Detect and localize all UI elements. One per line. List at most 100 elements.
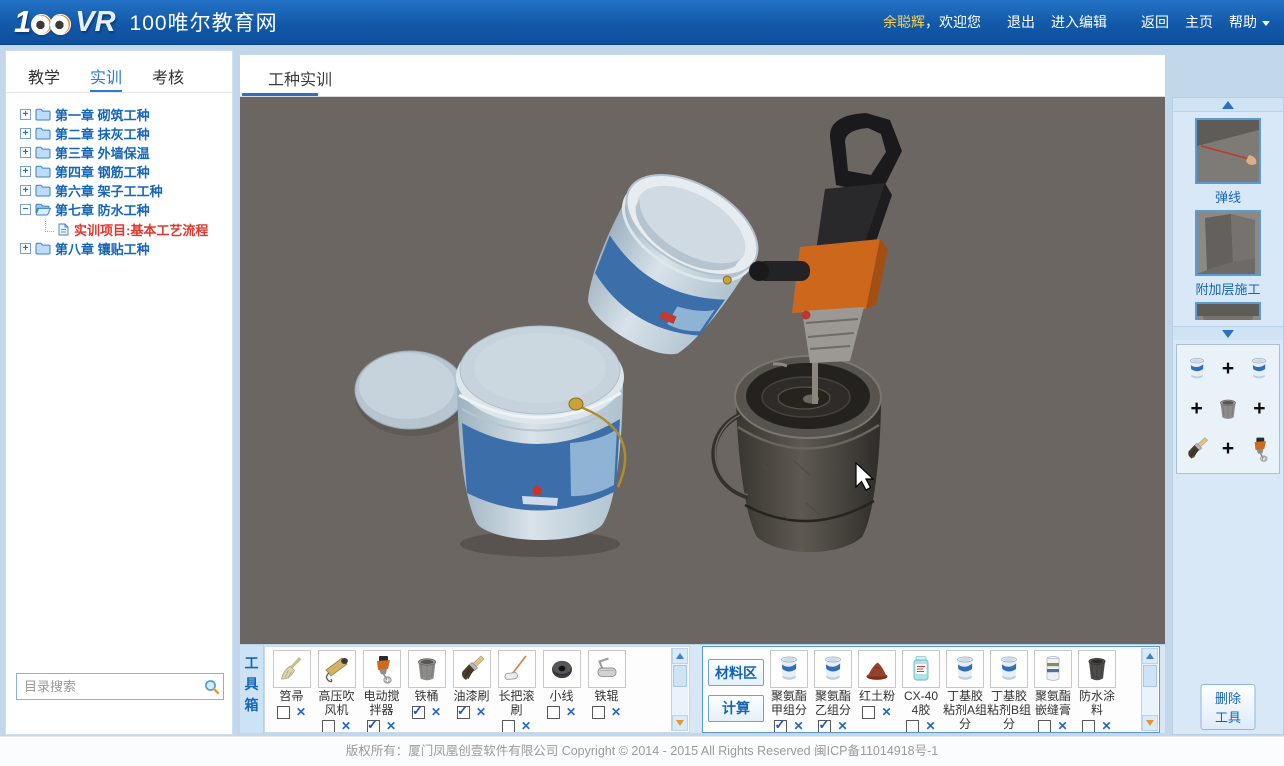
tree-node-label[interactable]: 第一章 砌筑工种 — [55, 105, 150, 124]
tree-node[interactable]: + 第四章 钢筋工种 — [20, 162, 232, 181]
item-checkbox[interactable] — [1038, 720, 1051, 733]
toolbar-item[interactable]: 小线 ✕ — [539, 649, 584, 732]
item-remove-icon[interactable]: ✕ — [1057, 720, 1067, 733]
tree-node-label[interactable]: 第二章 抹灰工种 — [55, 124, 150, 143]
toolbar-item[interactable]: 防水涂料 ✕ — [1075, 649, 1119, 732]
tree-node-label[interactable]: 第八章 镶贴工种 — [55, 239, 150, 258]
scrollbar-thumb[interactable] — [1143, 665, 1157, 687]
item-checkbox[interactable] — [547, 706, 560, 719]
toolbar-item[interactable]: 铁辊 ✕ — [584, 649, 629, 732]
item-remove-icon[interactable]: ✕ — [386, 720, 396, 733]
toolbar-item[interactable]: 笤帚 ✕ — [269, 649, 314, 732]
item-remove-icon[interactable]: ✕ — [881, 706, 891, 719]
item-remove-icon[interactable]: ✕ — [341, 720, 351, 733]
item-remove-icon[interactable]: ✕ — [793, 720, 803, 733]
thumbnails-scroll-down[interactable] — [1173, 326, 1283, 340]
item-checkbox[interactable] — [818, 720, 831, 733]
item-checkbox[interactable] — [412, 706, 425, 719]
toolbar-item[interactable]: 长把滚刷 ✕ — [494, 649, 539, 732]
tree-leaf[interactable]: 实训项目:基本工艺流程 — [20, 219, 232, 239]
tree-node[interactable]: + 第六章 架子工工种 — [20, 181, 232, 200]
thumbnails-scroll-up[interactable] — [1173, 98, 1283, 112]
material-area-button[interactable]: 材料区 — [708, 659, 764, 686]
site-logo[interactable]: 1 00 VR — [14, 4, 116, 40]
item-remove-icon[interactable]: ✕ — [566, 706, 576, 719]
item-remove-icon[interactable]: ✕ — [431, 706, 441, 719]
header-link[interactable]: 进入编辑 — [1051, 12, 1107, 32]
toolbox-tab[interactable]: 工具箱 — [240, 645, 264, 733]
tree-node[interactable]: − 第七章 防水工种 — [20, 200, 232, 219]
expand-toggle-icon[interactable]: + — [20, 166, 31, 177]
material-scrollbar[interactable] — [1141, 648, 1158, 731]
toolbar-item[interactable]: 电动搅拌器 ✕ — [359, 649, 404, 732]
toolbar-item[interactable]: 丁基胶粘剂A组分 ✕ — [943, 649, 987, 732]
thumb-chalk-line[interactable] — [1195, 118, 1261, 184]
scroll-up-button[interactable] — [1142, 648, 1158, 664]
scrollbar-track[interactable] — [1142, 688, 1158, 715]
tree-node-label[interactable]: 第六章 架子工工种 — [55, 181, 163, 200]
item-remove-icon[interactable]: ✕ — [296, 706, 306, 719]
header-link[interactable]: 退出 — [1007, 12, 1035, 32]
scrollbar-thumb[interactable] — [673, 665, 687, 687]
step-thumbnail[interactable]: 附加层施工 — [1195, 210, 1261, 298]
item-checkbox[interactable] — [592, 706, 605, 719]
item-remove-icon[interactable]: ✕ — [1101, 720, 1111, 733]
tool-scrollbar[interactable] — [671, 648, 688, 731]
delete-tool-button[interactable]: 删除工具 — [1201, 684, 1256, 730]
scroll-up-button[interactable] — [672, 648, 688, 664]
expand-toggle-icon[interactable]: + — [20, 147, 31, 158]
expand-toggle-icon[interactable]: + — [20, 128, 31, 139]
item-checkbox[interactable] — [367, 720, 380, 733]
item-remove-icon[interactable]: ✕ — [476, 706, 486, 719]
tree-node-label[interactable]: 第四章 钢筋工种 — [55, 162, 150, 181]
scroll-down-button[interactable] — [672, 715, 688, 731]
thumb-add-layer[interactable] — [1195, 210, 1261, 276]
item-checkbox[interactable] — [774, 720, 787, 733]
header-link[interactable]: 帮助 — [1229, 12, 1270, 32]
search-input[interactable] — [17, 679, 200, 694]
tree-node-label[interactable]: 第七章 防水工种 — [55, 200, 150, 219]
scrollbar-track[interactable] — [672, 688, 688, 715]
tree-leaf-label[interactable]: 实训项目:基本工艺流程 — [74, 220, 208, 239]
item-checkbox[interactable] — [862, 706, 875, 719]
item-remove-icon[interactable]: ✕ — [925, 720, 935, 733]
item-remove-icon[interactable]: ✕ — [521, 720, 531, 733]
expand-toggle-icon[interactable]: − — [20, 204, 31, 215]
tab-job-training[interactable]: 工种实训 — [268, 66, 332, 90]
tree-node[interactable]: + 第八章 镶贴工种 — [20, 239, 232, 258]
toolbar-item[interactable]: 红土粉 ✕ — [855, 649, 899, 732]
3d-viewport[interactable] — [240, 97, 1165, 644]
toolbar-item[interactable]: 高压吹风机 ✕ — [314, 649, 359, 732]
step-thumbnail[interactable] — [1195, 302, 1261, 320]
item-checkbox[interactable] — [277, 706, 290, 719]
toolbar-item[interactable]: 油漆刷 ✕ — [449, 649, 494, 732]
tree-node[interactable]: + 第三章 外墙保温 — [20, 143, 232, 162]
thumb-partial[interactable] — [1195, 302, 1261, 320]
item-remove-icon[interactable]: ✕ — [611, 706, 621, 719]
header-link[interactable]: 返回 — [1141, 12, 1169, 32]
item-checkbox[interactable] — [322, 720, 335, 733]
toolbar-item[interactable]: 聚氨酯嵌缝膏 ✕ — [1031, 649, 1075, 732]
tree-node[interactable]: + 第二章 抹灰工种 — [20, 124, 232, 143]
item-checkbox[interactable] — [502, 720, 515, 733]
toolbar-item[interactable]: CX-40 4胶 ✕ — [899, 649, 943, 732]
expand-toggle-icon[interactable]: + — [20, 185, 31, 196]
search-button[interactable] — [200, 674, 223, 699]
toolbar-item[interactable]: 聚氨酯甲组分 ✕ — [767, 649, 811, 732]
tree-node-label[interactable]: 第三章 外墙保温 — [55, 143, 150, 162]
scroll-down-button[interactable] — [1142, 715, 1158, 731]
expand-toggle-icon[interactable]: + — [20, 109, 31, 120]
item-checkbox[interactable] — [1082, 720, 1095, 733]
toolbar-item[interactable]: 聚氨酯乙组分 ✕ — [811, 649, 855, 732]
toolbar-item[interactable]: 丁基胶粘剂B组分 ✕ — [987, 649, 1031, 732]
item-checkbox[interactable] — [457, 706, 470, 719]
user-name[interactable]: 余聪辉 — [883, 12, 925, 32]
item-checkbox[interactable] — [906, 720, 919, 733]
toolbar-item[interactable]: 铁桶 ✕ — [404, 649, 449, 732]
calculate-button[interactable]: 计算 — [708, 695, 764, 722]
item-remove-icon[interactable]: ✕ — [837, 720, 847, 733]
step-thumbnail[interactable]: 弹线 — [1195, 118, 1261, 206]
tree-node[interactable]: + 第一章 砌筑工种 — [20, 105, 232, 124]
sidebar-tab[interactable]: 考核 — [152, 64, 184, 92]
header-link[interactable]: 主页 — [1185, 12, 1213, 32]
